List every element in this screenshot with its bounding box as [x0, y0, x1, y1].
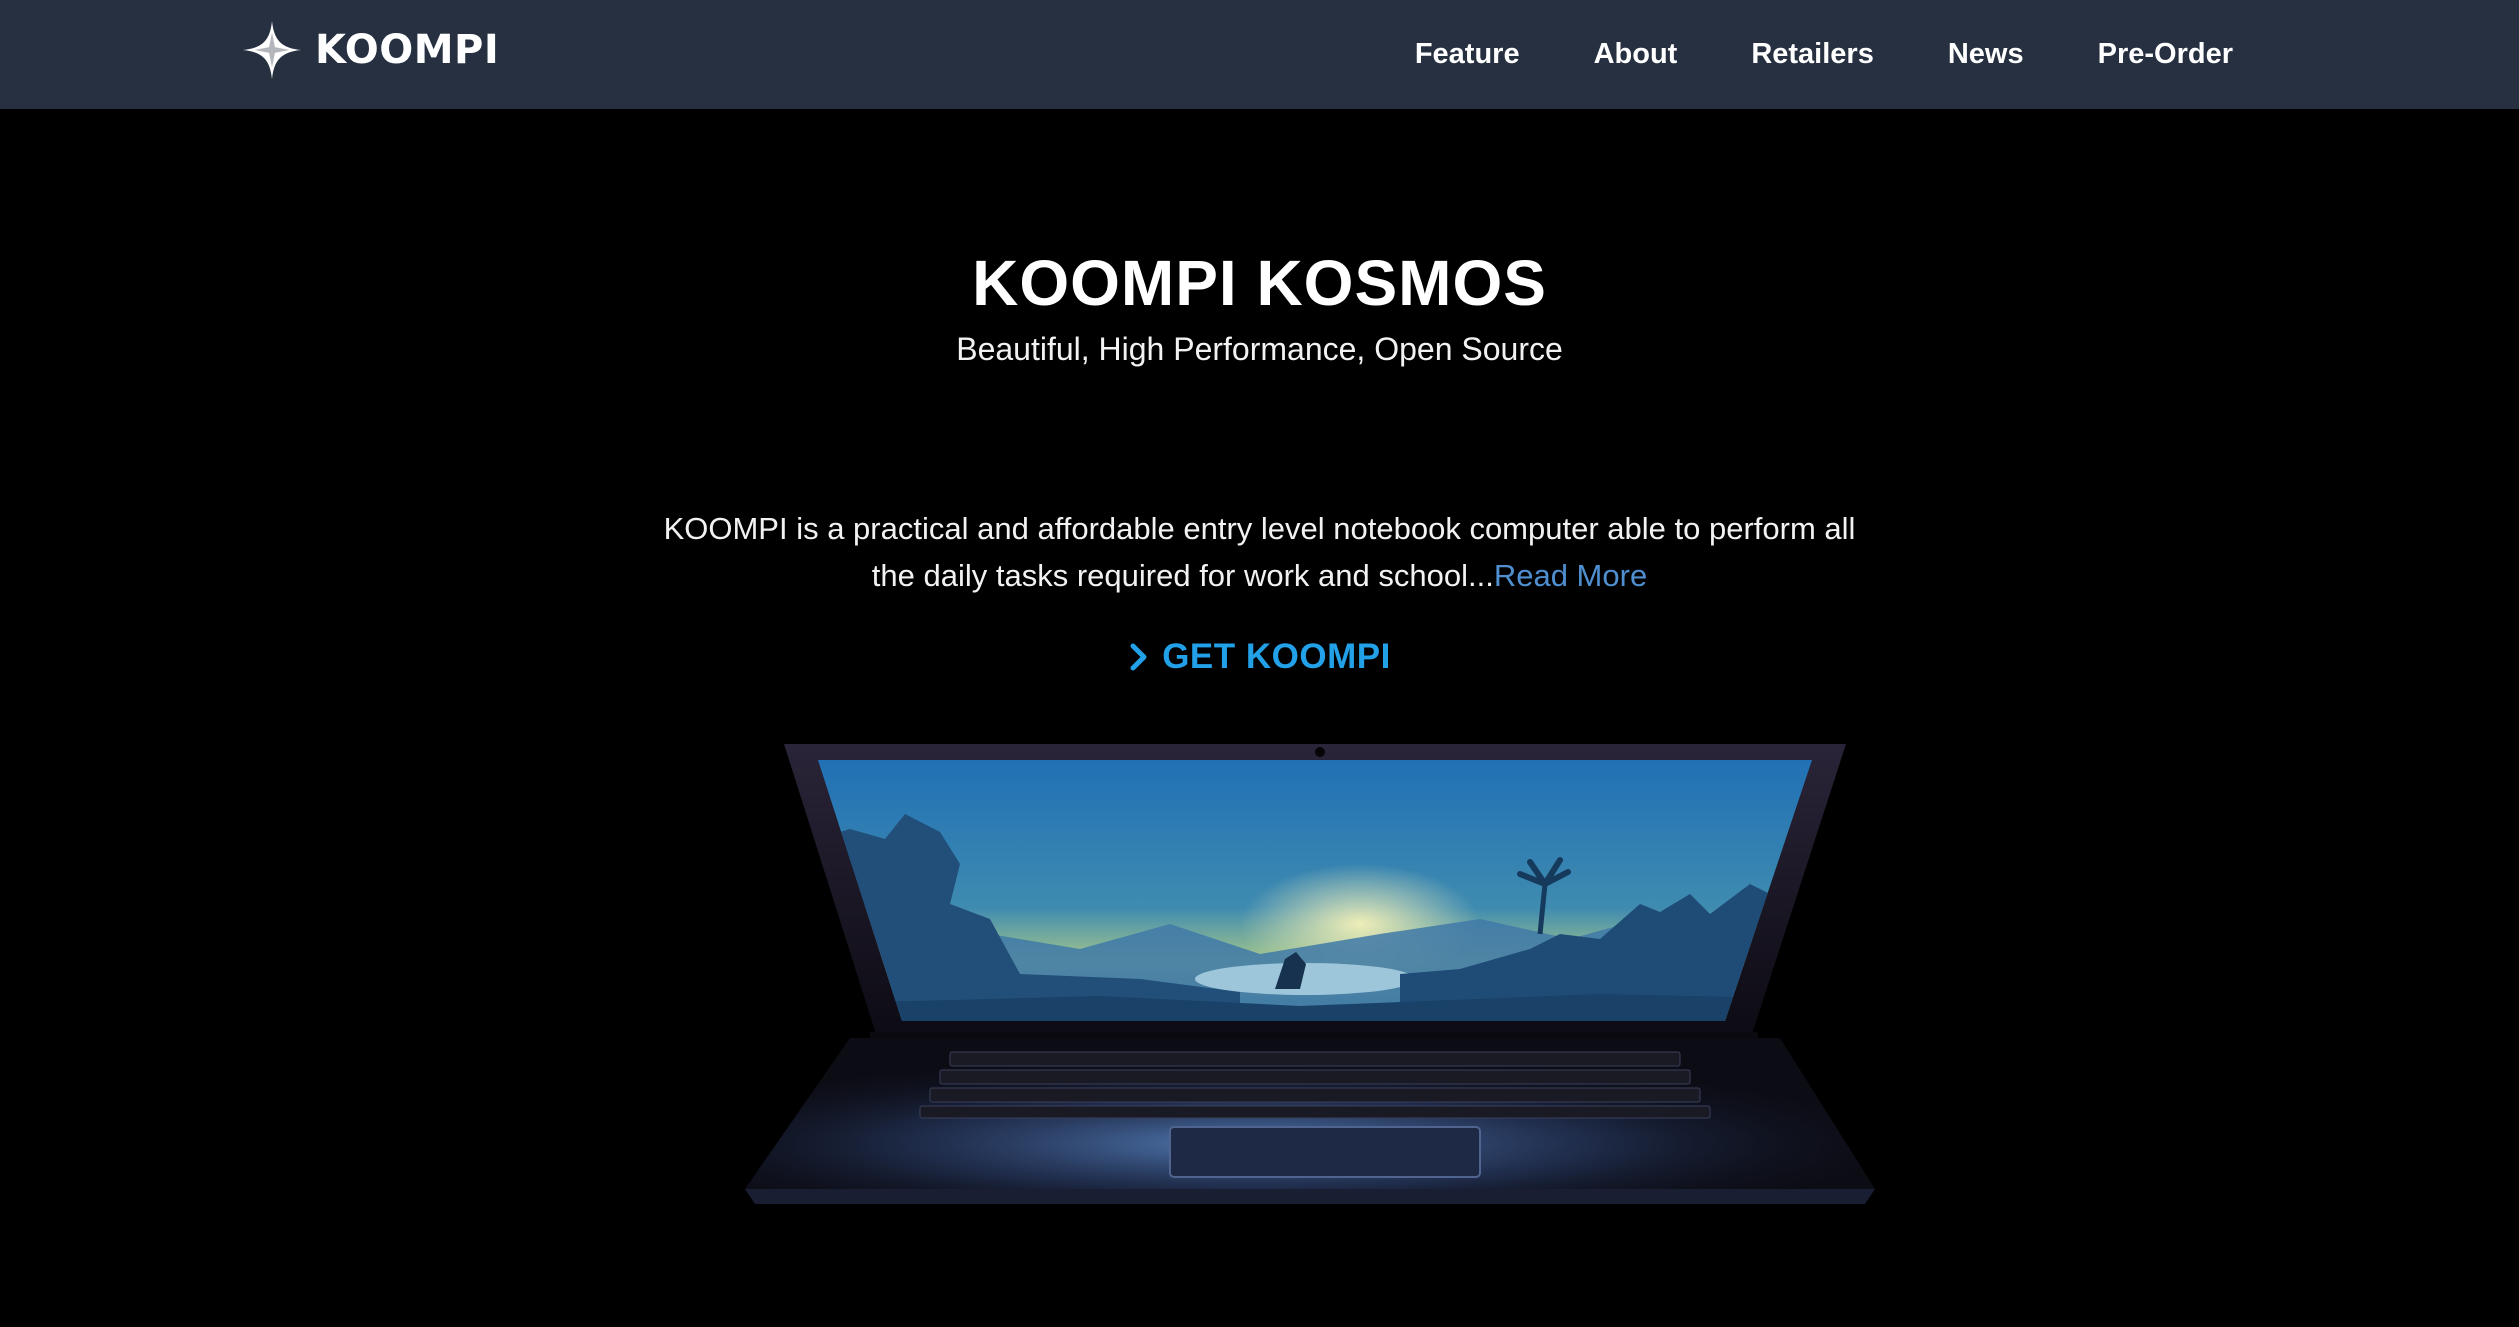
hero-description-text: KOOMPI is a practical and affordable ent…: [663, 511, 1856, 593]
hero-subtitle: Beautiful, High Performance, Open Source: [956, 331, 1563, 367]
four-point-star-icon: [242, 20, 302, 80]
cta-wrapper: GET KOOMPI: [0, 637, 2519, 677]
laptop-trackpad: [1169, 1126, 1481, 1178]
nav-item-retailers[interactable]: Retailers: [1751, 38, 1874, 71]
nav-item-news[interactable]: News: [1948, 38, 2024, 71]
get-koompi-label: GET KOOMPI: [1162, 637, 1391, 676]
brand-name: KOOMPI: [315, 27, 500, 73]
webcam: [1315, 747, 1325, 757]
hero-section: KOOMPI KOSMOS Beautiful, High Performanc…: [0, 109, 2519, 1327]
navbar: KOOMPI Feature About Retailers News Pre-…: [0, 0, 2519, 109]
nav-item-pre-order[interactable]: Pre-Order: [2098, 38, 2233, 71]
nav-item-about[interactable]: About: [1594, 38, 1678, 71]
hero-description: KOOMPI is a practical and affordable ent…: [640, 505, 1879, 599]
laptop-hinge: [870, 1032, 1758, 1038]
main-nav: Feature About Retailers News Pre-Order: [1341, 0, 2233, 109]
nav-item-feature[interactable]: Feature: [1415, 38, 1520, 71]
chevron-right-icon: [1130, 643, 1147, 671]
laptop-screen: [818, 760, 1812, 1021]
laptop-front-edge: [745, 1189, 1875, 1204]
hero-title: KOOMPI KOSMOS: [972, 247, 1547, 319]
get-koompi-button[interactable]: GET KOOMPI: [1128, 637, 1391, 677]
brand-logo-link[interactable]: KOOMPI: [241, 18, 499, 82]
page: KOOMPI Feature About Retailers News Pre-…: [0, 0, 2519, 1327]
laptop-image: [745, 744, 1875, 1204]
read-more-link[interactable]: Read More: [1494, 558, 1647, 593]
